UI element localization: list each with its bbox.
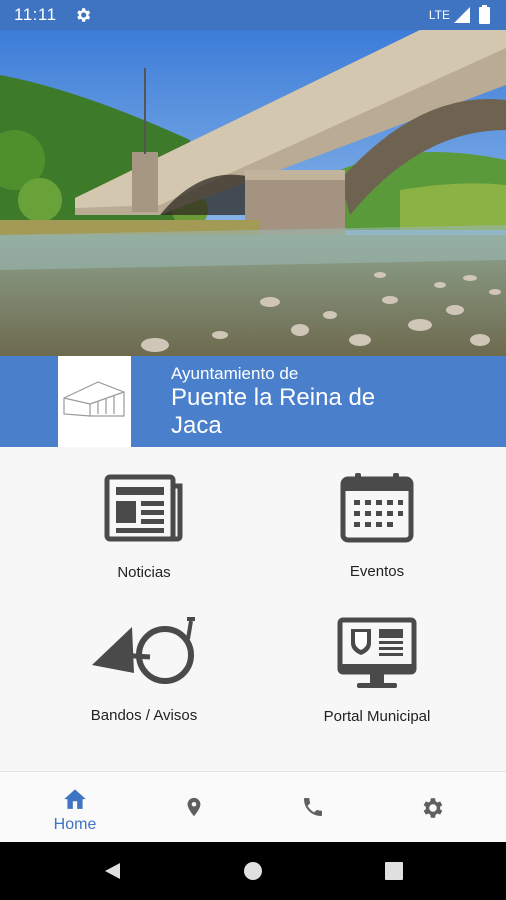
calendar-icon — [340, 471, 414, 548]
menu-item-label: Eventos — [349, 563, 405, 580]
home-icon — [64, 789, 86, 809]
location-icon — [187, 797, 201, 817]
nav-item-home[interactable]: Home — [12, 772, 138, 843]
status-time: 11:11 — [14, 5, 57, 24]
status-bar: 11:11 LTE — [0, 0, 506, 30]
menu-item-label: Portal Municipal — [323, 708, 431, 725]
nav-item-location[interactable] — [131, 772, 257, 843]
nav-item-label: Home — [53, 816, 97, 833]
banner-subtitle: Ayuntamiento de — [171, 364, 299, 383]
nav-item-settings[interactable] — [369, 772, 495, 843]
menu-item-eventos[interactable]: Eventos — [257, 471, 497, 601]
menu-item-label: Bandos / Avisos — [90, 707, 198, 724]
town-hall-logo — [58, 356, 131, 447]
home-circle-icon[interactable] — [243, 861, 263, 881]
battery-icon — [479, 5, 490, 29]
menu-item-noticias[interactable]: Noticias — [24, 471, 264, 601]
recents-icon[interactable] — [384, 861, 404, 881]
signal-icon — [454, 7, 470, 28]
monitor-icon — [337, 617, 417, 696]
gear-icon — [74, 6, 92, 29]
back-icon[interactable] — [102, 861, 122, 881]
system-navigation-bar — [0, 842, 506, 900]
nav-item-phone[interactable] — [250, 772, 376, 843]
municipality-banner: Ayuntamiento de Puente la Reina de Jaca — [0, 356, 506, 447]
banner-title: Puente la Reina de Jaca — [171, 384, 376, 439]
settings-icon — [423, 798, 443, 818]
bottom-navigation: Home — [0, 771, 506, 842]
phone-icon — [304, 798, 322, 816]
main-menu: Noticias Eventos Bandos / Avisos Portal … — [0, 447, 506, 770]
network-type: LTE — [428, 8, 450, 22]
newspaper-icon — [104, 474, 184, 547]
menu-item-bandos-avisos[interactable]: Bandos / Avisos — [24, 617, 264, 747]
horn-icon — [90, 617, 198, 694]
menu-item-portal-municipal[interactable]: Portal Municipal — [257, 617, 497, 747]
menu-item-label: Noticias — [117, 564, 171, 581]
hero-image — [0, 30, 506, 356]
